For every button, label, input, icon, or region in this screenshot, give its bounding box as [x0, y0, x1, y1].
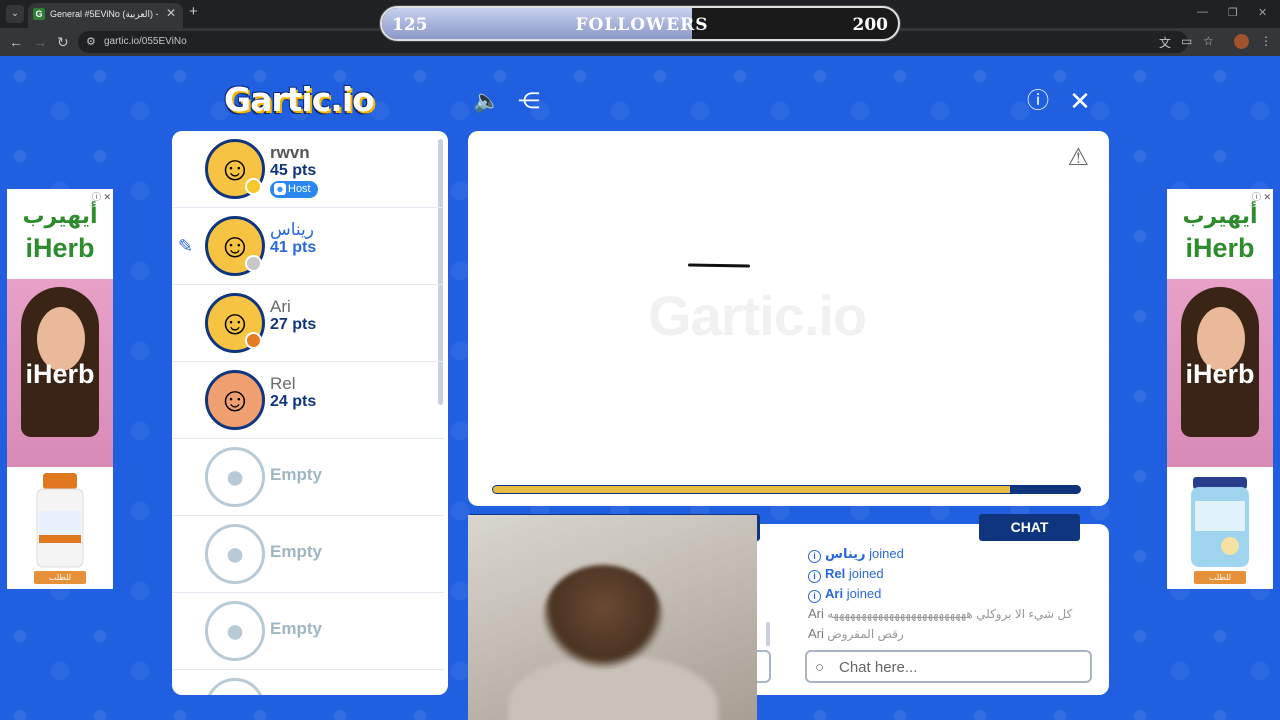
- ad-brand: iHerb: [1185, 233, 1255, 263]
- chat-tab[interactable]: CHAT: [979, 514, 1080, 541]
- ad-photo-brand: iHerb: [1185, 359, 1255, 389]
- right-ad-banner[interactable]: ⓘ ✕ أيهيرب iHerb iHerb للطلب: [1167, 189, 1273, 589]
- share-icon[interactable]: ⋲: [516, 88, 542, 114]
- empty-slot-label: Empty: [270, 619, 322, 638]
- round-timer-bar: [492, 485, 1081, 494]
- back-icon[interactable]: ←: [9, 34, 23, 50]
- player-points: 45 pts: [270, 162, 317, 179]
- players-panel: ☺ rwvn 45 pts ☻ Host ✎ ☺ ريناس 41 pts ☺ A…: [172, 131, 448, 695]
- player-name: Rel: [270, 374, 296, 393]
- player-row[interactable]: ✎ ☺ ريناس 41 pts: [172, 208, 444, 285]
- cast-icon[interactable]: ▭: [1181, 34, 1192, 48]
- empty-slot: ● Empty: [172, 439, 444, 516]
- chat-messages: i ريناس joined i Rel joined i Ari joined Ar…: [808, 544, 1093, 644]
- browser-tab[interactable]: G General #5EViNo (العربية) - Gar ✕: [28, 3, 183, 28]
- window-close-icon[interactable]: ✕: [1258, 6, 1267, 19]
- answers-scrollbar[interactable]: [766, 622, 770, 646]
- ad-cta-button[interactable]: للطلب: [34, 571, 86, 584]
- info-icon: i: [808, 570, 821, 583]
- drawing-pencil-icon: ✎: [178, 236, 194, 256]
- translate-icon[interactable]: 文: [1159, 34, 1171, 51]
- chat-bubble-icon: ○: [815, 659, 825, 676]
- empty-slot: ● Empty: [172, 593, 444, 670]
- player-name: Ari: [270, 297, 291, 316]
- browser-menu-icon[interactable]: ⋮: [1260, 34, 1272, 48]
- empty-avatar-icon: ●: [205, 601, 265, 661]
- ad-close-icon[interactable]: ⓘ ✕: [1252, 190, 1271, 203]
- forward-icon[interactable]: →: [33, 34, 47, 50]
- empty-slot-label: Empty: [270, 465, 322, 484]
- ad-brand: iHerb: [25, 233, 95, 263]
- status-dot: [245, 255, 262, 272]
- ad-close-icon[interactable]: ⓘ ✕: [92, 190, 111, 203]
- profile-avatar[interactable]: [1234, 34, 1249, 49]
- ad-photo: iHerb: [1167, 279, 1273, 467]
- chat-message: Ari رقص المفروض: [808, 626, 904, 641]
- followers-goal-bar: FOLLOWERS 125 200: [380, 6, 900, 41]
- status-dot: [245, 178, 262, 195]
- info-icon[interactable]: ⓘ: [1025, 88, 1051, 114]
- drawn-stroke: [687, 263, 751, 268]
- exit-icon[interactable]: ✕: [1067, 88, 1093, 114]
- empty-avatar-icon: [205, 678, 265, 695]
- player-row[interactable]: ☺ Rel 24 pts: [172, 362, 444, 439]
- chat-input-box[interactable]: ○: [805, 650, 1092, 683]
- ad-cta-button[interactable]: للطلب: [1194, 571, 1246, 584]
- empty-slot-label: Empty: [270, 542, 322, 561]
- ad-product-snack-jar: [1191, 477, 1249, 567]
- ad-photo-brand: iHerb: [25, 359, 95, 389]
- chat-message-system: i Rel joined: [808, 564, 1093, 584]
- empty-avatar-icon: ●: [205, 524, 265, 584]
- player-avatar: ☺: [205, 370, 265, 430]
- sound-icon[interactable]: 🔈: [473, 88, 500, 114]
- reload-icon[interactable]: ↻: [57, 34, 69, 50]
- maximize-icon[interactable]: ❐: [1228, 6, 1238, 19]
- player-points: 41 pts: [270, 239, 317, 256]
- ad-product-bottle: [36, 473, 84, 568]
- gartic-logo[interactable]: Gartic.io: [224, 80, 375, 119]
- gartic-favicon: G: [33, 8, 45, 20]
- player-row[interactable]: ☺ rwvn 45 pts ☻ Host: [172, 131, 444, 208]
- player-name: rwvn: [270, 143, 310, 162]
- followers-goal: 200: [852, 15, 889, 35]
- info-icon: i: [808, 550, 821, 563]
- empty-slot: ● Empty: [172, 516, 444, 593]
- empty-slot: [172, 670, 444, 695]
- info-icon: i: [808, 590, 821, 603]
- report-warning-icon[interactable]: ⚠: [1067, 143, 1089, 172]
- player-points: 24 pts: [270, 393, 317, 410]
- left-ad-banner[interactable]: ⓘ ✕ أيهيرب iHerb iHerb للطلب: [7, 189, 113, 589]
- minimize-icon[interactable]: —: [1197, 6, 1208, 18]
- drawing-canvas[interactable]: ⚠ Gartic.io: [468, 131, 1109, 506]
- ad-photo: iHerb: [7, 279, 113, 467]
- followers-current: 125: [392, 15, 428, 35]
- url-text[interactable]: gartic.io/055EViNo: [104, 36, 187, 47]
- host-icon: ☻: [274, 183, 286, 195]
- ad-brand-arabic: أيهيرب: [1182, 203, 1258, 228]
- bookmark-star-icon[interactable]: ☆: [1203, 34, 1214, 48]
- status-dot: [245, 332, 262, 349]
- host-badge: ☻ Host: [270, 181, 318, 198]
- canvas-watermark: Gartic.io: [648, 284, 867, 347]
- site-info-icon[interactable]: ⚙: [86, 35, 96, 48]
- player-row[interactable]: ☺ Ari 27 pts: [172, 285, 444, 362]
- chat-message: Ari كل شيء الا بروكلي هههههههههههههههههه…: [808, 606, 1073, 621]
- chat-message-system: i ريناس joined: [808, 544, 1093, 564]
- followers-label: FOLLOWERS: [575, 15, 709, 35]
- tab-title: General #5EViNo (العربية) - Gar: [50, 9, 160, 19]
- round-timer-fill: [493, 486, 1010, 493]
- new-tab-icon[interactable]: +: [189, 3, 198, 20]
- webcam-overlay: [468, 515, 757, 720]
- player-points: 27 pts: [270, 316, 317, 333]
- tab-search-icon[interactable]: ⌄: [6, 5, 24, 23]
- ad-brand-arabic: أيهيرب: [22, 203, 98, 228]
- tab-close-icon[interactable]: ✕: [166, 6, 176, 20]
- player-name: ريناس: [270, 220, 315, 239]
- chat-message-system: i Ari joined: [808, 584, 1093, 604]
- chat-input[interactable]: [839, 656, 1084, 678]
- empty-avatar-icon: ●: [205, 447, 265, 507]
